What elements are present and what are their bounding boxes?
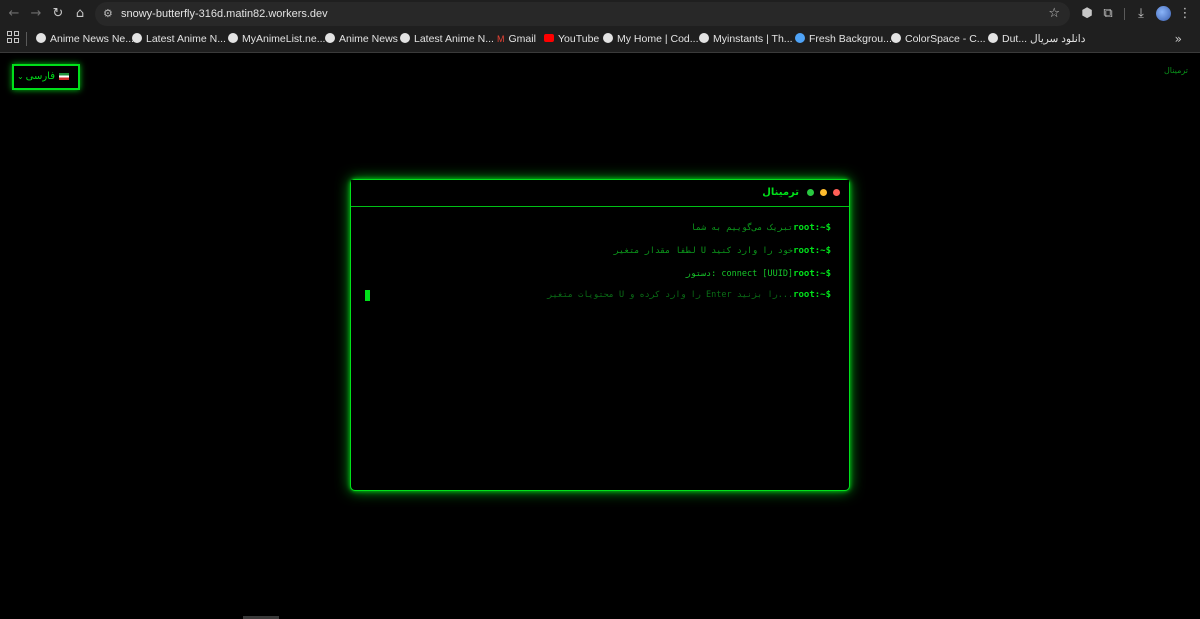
bookmark-item[interactable]: Latest Anime N...: [132, 28, 226, 50]
bookmark-item[interactable]: YouTube: [544, 28, 599, 50]
iran-flag-icon: [59, 73, 69, 80]
bookmarks-more-button[interactable]: »: [1175, 28, 1182, 50]
terminal-prompt: root:~$: [793, 290, 831, 300]
extension-badge-icon[interactable]: ⬢: [1077, 4, 1097, 24]
terminal-line: لطفا مقدار متغیر U خود را وارد کنیدroot:…: [614, 244, 831, 258]
terminal-prompt: root:~$: [793, 269, 831, 279]
apps-grid-icon[interactable]: [7, 31, 19, 43]
terminal-cursor: [365, 290, 370, 301]
bookmark-item[interactable]: Fresh Backgrou...: [795, 28, 892, 50]
terminal-line: دستور: connect [UUID]root:~$: [686, 267, 831, 281]
bookmarks-bar: Anime News Ne... Latest Anime N... MyAni…: [0, 28, 1200, 50]
corner-label: ترمینال: [1163, 66, 1188, 75]
terminal-message: دستور: connect [UUID]: [685, 269, 794, 279]
toolbar-divider: [1124, 8, 1125, 20]
terminal-line: تبریک می‌گوییم به شماroot:~$: [691, 221, 831, 235]
bookmark-item[interactable]: Dut... دانلود سریال: [988, 28, 1085, 50]
browser-toolbar: ← → ↻ ⌂ ⚙ snowy-butterfly-316d.matin82.w…: [0, 0, 1200, 28]
terminal-input-line[interactable]: محتویات متغیر U را وارد کرده و Enter را …: [547, 288, 831, 302]
address-bar[interactable]: ⚙ snowy-butterfly-316d.matin82.workers.d…: [95, 2, 1070, 26]
bookmark-item[interactable]: Myinstants | Th...: [699, 28, 793, 50]
terminal-prompt: root:~$: [793, 246, 831, 256]
terminal-prompt: root:~$: [793, 223, 831, 233]
profile-avatar[interactable]: [1156, 6, 1171, 21]
close-dot-icon[interactable]: [833, 189, 840, 196]
maximize-dot-icon[interactable]: [807, 189, 814, 196]
bookmark-star-icon[interactable]: ☆: [1048, 2, 1060, 26]
bookmarks-divider: [26, 32, 27, 46]
menu-kebab-icon[interactable]: ⋮: [1175, 4, 1195, 24]
terminal-message: لطفا مقدار متغیر U خود را وارد کنید: [613, 246, 794, 256]
bookmark-item[interactable]: My Home | Cod...: [603, 28, 699, 50]
download-icon[interactable]: ⤓: [1131, 4, 1151, 24]
language-label: فارسی: [25, 71, 55, 82]
back-arrow-icon[interactable]: ←: [4, 4, 24, 24]
extensions-puzzle-icon[interactable]: ⧉: [1098, 4, 1118, 24]
home-icon[interactable]: ⌂: [70, 4, 90, 24]
site-info-icon[interactable]: ⚙: [103, 5, 113, 23]
bookmark-item[interactable]: MyAnimeList.ne...: [228, 28, 325, 50]
terminal-header: ترمینال: [351, 180, 849, 207]
bookmark-item[interactable]: M Gmail: [497, 28, 536, 50]
terminal-window[interactable]: ترمینال تبریک می‌گوییم به شماroot:~$ لطف…: [350, 179, 850, 491]
minimize-dot-icon[interactable]: [820, 189, 827, 196]
bookmark-item[interactable]: Anime News: [325, 28, 398, 50]
bookmark-item[interactable]: Latest Anime N...: [400, 28, 494, 50]
terminal-title: ترمینال: [762, 187, 799, 198]
chevron-down-icon: ⌄: [17, 72, 24, 81]
bookmark-item[interactable]: Anime News Ne...: [36, 28, 134, 50]
language-select[interactable]: ⌄ فارسی: [12, 64, 80, 90]
terminal-input-placeholder: محتویات متغیر U را وارد کرده و Enter را …: [547, 290, 794, 300]
url-text[interactable]: snowy-butterfly-316d.matin82.workers.dev: [121, 2, 328, 26]
reload-icon[interactable]: ↻: [48, 4, 68, 24]
terminal-message: تبریک می‌گوییم به شما: [690, 223, 794, 233]
bookmark-item[interactable]: ColorSpace - C...: [891, 28, 986, 50]
browser-chrome: ← → ↻ ⌂ ⚙ snowy-butterfly-316d.matin82.w…: [0, 0, 1200, 53]
forward-arrow-icon[interactable]: →: [26, 4, 46, 24]
